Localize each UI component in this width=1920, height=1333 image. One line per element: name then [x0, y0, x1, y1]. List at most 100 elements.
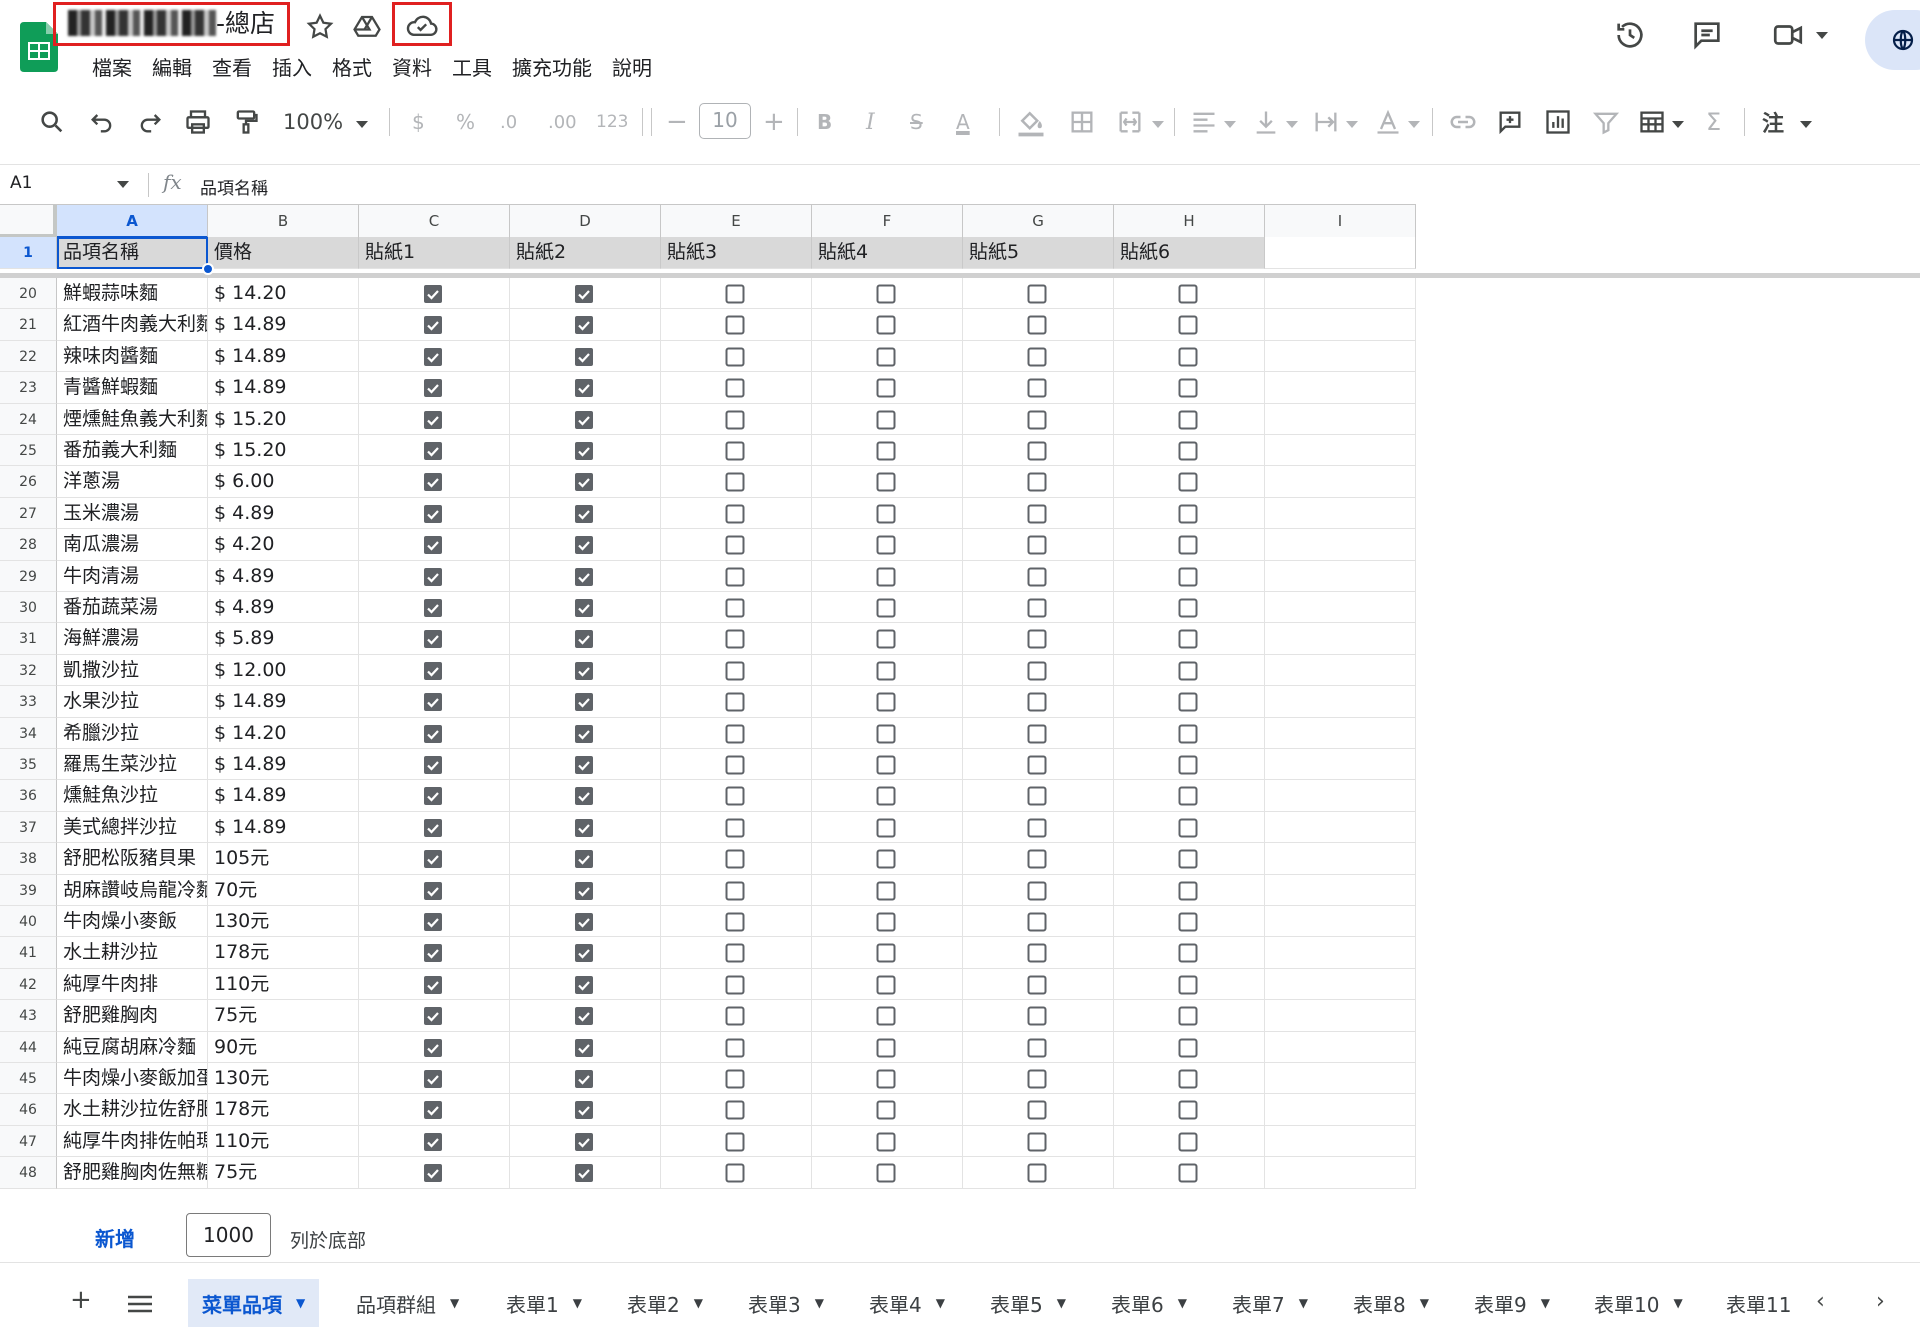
sticker-2-cell[interactable] — [510, 278, 661, 310]
price-cell[interactable]: $ 6.00 — [208, 466, 359, 498]
wrap-chevron-down-icon[interactable] — [1346, 120, 1358, 130]
checkbox-unchecked-icon[interactable] — [1027, 1100, 1047, 1120]
checkbox-unchecked-icon[interactable] — [725, 284, 745, 304]
filter-views-icon[interactable] — [1638, 106, 1666, 138]
menu-data[interactable]: 資料 — [382, 50, 442, 83]
empty-cell[interactable] — [1265, 497, 1416, 530]
sheet-tab-chevron-down-icon[interactable]: ▼ — [1673, 1296, 1682, 1310]
checkbox-unchecked-icon[interactable] — [1178, 881, 1198, 901]
text-rotation-icon[interactable] — [1374, 106, 1402, 138]
checkbox-checked-icon[interactable] — [574, 1132, 594, 1152]
sheet-tab[interactable]: 表單5 ▼ — [976, 1279, 1080, 1327]
checkbox-checked-icon[interactable] — [574, 881, 594, 901]
empty-cell[interactable] — [1265, 529, 1416, 561]
sticker-5-cell[interactable] — [963, 749, 1114, 781]
sticker-2-cell[interactable] — [510, 843, 661, 875]
checkbox-unchecked-icon[interactable] — [725, 472, 745, 492]
sticker-1-cell[interactable] — [359, 686, 510, 718]
item-name-cell[interactable]: 胡麻讚岐烏龍冷麵 — [57, 874, 208, 906]
fill-handle[interactable] — [202, 263, 214, 275]
checkbox-unchecked-icon[interactable] — [1027, 724, 1047, 744]
checkbox-unchecked-icon[interactable] — [1027, 315, 1047, 335]
checkbox-unchecked-icon[interactable] — [1027, 567, 1047, 587]
item-name-cell[interactable]: 玉米濃湯 — [57, 497, 208, 530]
item-name-cell[interactable]: 純豆腐胡麻冷麵 — [57, 1031, 208, 1063]
checkbox-unchecked-icon[interactable] — [1178, 1132, 1198, 1152]
empty-cell[interactable] — [1265, 309, 1416, 341]
menu-help[interactable]: 說明 — [602, 50, 662, 83]
checkbox-checked-icon[interactable] — [423, 1069, 443, 1089]
checkbox-checked-icon[interactable] — [574, 692, 594, 712]
sticker-4-cell[interactable] — [812, 403, 963, 435]
selected-cell-a1[interactable]: 品項名稱 — [57, 237, 208, 269]
checkbox-unchecked-icon[interactable] — [725, 1100, 745, 1120]
menu-edit[interactable]: 編輯 — [142, 50, 202, 83]
checkbox-checked-icon[interactable] — [574, 472, 594, 492]
checkbox-unchecked-icon[interactable] — [725, 881, 745, 901]
row-header[interactable]: 36 — [0, 780, 57, 812]
currency-format-button[interactable]: $ — [412, 106, 425, 138]
sticker-2-cell[interactable] — [510, 780, 661, 812]
fill-color-icon[interactable] — [1016, 106, 1046, 138]
checkbox-unchecked-icon[interactable] — [1027, 629, 1047, 649]
checkbox-checked-icon[interactable] — [574, 849, 594, 869]
checkbox-checked-icon[interactable] — [423, 1006, 443, 1026]
checkbox-checked-icon[interactable] — [574, 410, 594, 430]
sticker-3-cell[interactable] — [661, 1157, 812, 1189]
checkbox-unchecked-icon[interactable] — [876, 378, 896, 398]
checkbox-checked-icon[interactable] — [574, 1038, 594, 1058]
zoom-chevron-down-icon[interactable] — [356, 120, 368, 130]
empty-cell[interactable] — [1265, 843, 1416, 875]
item-name-cell[interactable]: 牛肉燥小麥飯加蛋 — [57, 1063, 208, 1095]
sticker-5-cell[interactable] — [963, 717, 1114, 749]
sticker-2-cell[interactable] — [510, 968, 661, 1001]
sheet-tab-chevron-down-icon[interactable]: ▼ — [1420, 1296, 1429, 1310]
sticker-3-cell[interactable] — [661, 1063, 812, 1095]
checkbox-unchecked-icon[interactable] — [876, 347, 896, 367]
sticker-2-cell[interactable] — [510, 717, 661, 749]
sticker-3-cell[interactable] — [661, 529, 812, 561]
row-header[interactable]: 24 — [0, 403, 57, 435]
undo-icon[interactable] — [88, 106, 116, 138]
row-header[interactable]: 32 — [0, 654, 57, 687]
column-header-d[interactable]: D — [510, 205, 661, 238]
checkbox-checked-icon[interactable] — [423, 472, 443, 492]
decrease-decimal-button[interactable]: .0 — [500, 106, 517, 138]
price-cell[interactable]: $ 14.89 — [208, 780, 359, 812]
sticker-4-cell[interactable] — [812, 560, 963, 592]
sticker-1-cell[interactable] — [359, 1157, 510, 1189]
checkbox-unchecked-icon[interactable] — [1027, 410, 1047, 430]
checkbox-unchecked-icon[interactable] — [1178, 661, 1198, 681]
checkbox-checked-icon[interactable] — [574, 1100, 594, 1120]
item-name-cell[interactable]: 舒肥雞胸肉佐無糖 — [57, 1157, 208, 1189]
sheet-tab[interactable]: 表單1 ▼ — [492, 1279, 596, 1327]
checkbox-unchecked-icon[interactable] — [1178, 724, 1198, 744]
header-cell[interactable]: 貼紙1 — [359, 237, 510, 269]
checkbox-checked-icon[interactable] — [423, 504, 443, 524]
add-rows-count-input[interactable]: 1000 — [186, 1213, 271, 1257]
checkbox-checked-icon[interactable] — [423, 598, 443, 618]
price-cell[interactable]: 75元 — [208, 1000, 359, 1032]
name-box[interactable]: A1 — [10, 173, 32, 193]
price-cell[interactable]: 130元 — [208, 906, 359, 938]
bold-button[interactable]: B — [817, 106, 832, 138]
sticker-3-cell[interactable] — [661, 560, 812, 592]
empty-cell[interactable] — [1265, 1000, 1416, 1032]
item-name-cell[interactable]: 番茄蔬菜湯 — [57, 592, 208, 624]
checkbox-checked-icon[interactable] — [574, 943, 594, 963]
checkbox-checked-icon[interactable] — [423, 441, 443, 461]
sticker-1-cell[interactable] — [359, 1000, 510, 1032]
sticker-5-cell[interactable] — [963, 403, 1114, 435]
checkbox-unchecked-icon[interactable] — [1027, 881, 1047, 901]
checkbox-checked-icon[interactable] — [423, 755, 443, 775]
sheet-tab-chevron-down-icon[interactable]: ▼ — [1299, 1296, 1308, 1310]
sticker-4-cell[interactable] — [812, 874, 963, 906]
sticker-1-cell[interactable] — [359, 372, 510, 404]
checkbox-unchecked-icon[interactable] — [1027, 975, 1047, 995]
sticker-6-cell[interactable] — [1114, 1031, 1265, 1063]
checkbox-unchecked-icon[interactable] — [1178, 598, 1198, 618]
checkbox-checked-icon[interactable] — [423, 284, 443, 304]
empty-cell[interactable] — [1265, 780, 1416, 812]
sticker-3-cell[interactable] — [661, 906, 812, 938]
menu-format[interactable]: 格式 — [322, 50, 382, 83]
